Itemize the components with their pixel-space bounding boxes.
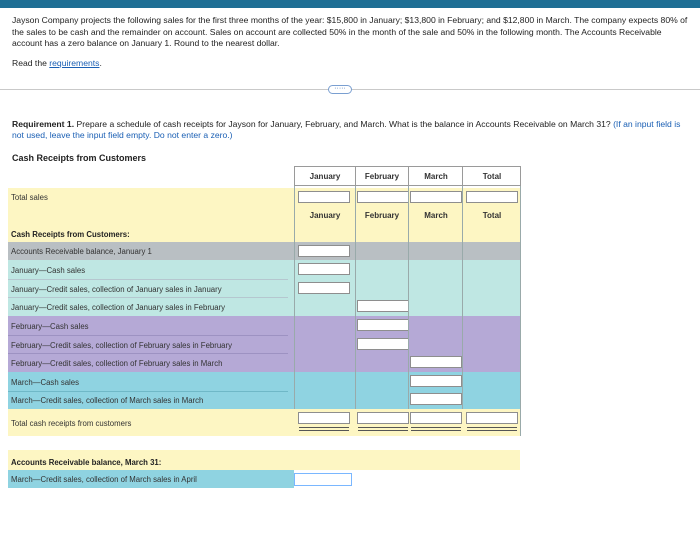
total-cash-march-input[interactable] — [410, 412, 462, 424]
header-bar — [0, 0, 700, 8]
jan-credit-jan-january-input[interactable] — [298, 282, 350, 294]
double-underline — [411, 427, 461, 431]
row-label-jan-credit-feb: January—Credit sales, collection of Janu… — [11, 303, 226, 312]
column-header-february: February — [364, 172, 400, 181]
row-label-feb-cash: February—Cash sales — [11, 322, 89, 331]
read-requirements: Read the requirements. — [12, 58, 102, 68]
mar-credit-mar-march-input[interactable] — [410, 393, 462, 405]
double-underline — [467, 427, 517, 431]
requirement-body: Prepare a schedule of cash receipts for … — [74, 119, 611, 129]
schedule-title: Cash Receipts from Customers — [12, 153, 147, 163]
row-label-feb-credit-feb: February—Credit sales, collection of Feb… — [11, 341, 233, 350]
column-header-total: Total — [482, 172, 502, 181]
feb-credit-feb-february-input[interactable] — [357, 338, 409, 350]
requirement-text: Requirement 1. Prepare a schedule of cas… — [12, 119, 692, 141]
column-header-february-2: February — [364, 211, 400, 220]
column-separator — [520, 186, 521, 436]
jan-cash-january-input[interactable] — [298, 263, 350, 275]
column-header-total-2: Total — [482, 211, 502, 220]
column-separator — [294, 186, 295, 436]
ar-march31-input[interactable] — [294, 473, 352, 486]
column-header-march: March — [424, 172, 448, 181]
ar-march31-header: Accounts Receivable balance, March 31: — [11, 458, 162, 467]
row-divider — [8, 297, 288, 298]
total-cash-february-input[interactable] — [357, 412, 409, 424]
row-label-ar-april: March—Credit sales, collection of March … — [11, 475, 197, 484]
feb-cash-february-input[interactable] — [357, 319, 409, 331]
double-underline — [358, 427, 408, 431]
total-cash-receipts-label: Total cash receipts from customers — [11, 419, 132, 428]
row-label-mar-credit-mar: March—Credit sales, collection of March … — [11, 396, 204, 405]
column-separator — [462, 186, 463, 436]
cash-receipts-header: Cash Receipts from Customers: — [11, 230, 130, 239]
row-divider — [8, 391, 288, 392]
column-header-january-2: January — [309, 211, 341, 220]
column-separator — [355, 186, 356, 436]
row-label-jan-credit-jan: January—Credit sales, collection of Janu… — [11, 285, 222, 294]
requirement-number: Requirement 1. — [12, 119, 75, 129]
ar-jan1-january-input[interactable] — [298, 245, 350, 257]
jan-credit-feb-february-input[interactable] — [357, 300, 409, 312]
row-divider — [8, 279, 288, 280]
column-separator — [408, 186, 409, 436]
row-divider — [8, 335, 288, 336]
row-label-mar-cash: March—Cash sales — [11, 378, 80, 387]
expand-more-button[interactable]: ····· — [328, 85, 352, 94]
column-header-march-2: March — [424, 211, 448, 220]
row-label-feb-credit-mar: February—Credit sales, collection of Feb… — [11, 359, 223, 368]
total-sales-total-input[interactable] — [466, 191, 518, 203]
read-prefix: Read the — [12, 58, 50, 68]
total-sales-label: Total sales — [11, 193, 48, 202]
row-divider — [8, 353, 288, 354]
total-sales-february-input[interactable] — [357, 191, 409, 203]
requirements-link[interactable]: requirements — [49, 58, 99, 68]
total-sales-january-input[interactable] — [298, 191, 350, 203]
column-header-january: January — [309, 172, 341, 181]
total-cash-total-input[interactable] — [466, 412, 518, 424]
feb-credit-mar-march-input[interactable] — [410, 356, 462, 368]
double-underline — [299, 427, 349, 431]
total-sales-march-input[interactable] — [410, 191, 462, 203]
problem-intro: Jayson Company projects the following sa… — [12, 15, 688, 48]
mar-cash-march-input[interactable] — [410, 375, 462, 387]
row-label-ar-jan1: Accounts Receivable balance, January 1 — [11, 247, 152, 256]
row-label-jan-cash: January—Cash sales — [11, 266, 86, 275]
read-suffix: . — [99, 58, 102, 68]
total-cash-january-input[interactable] — [298, 412, 350, 424]
